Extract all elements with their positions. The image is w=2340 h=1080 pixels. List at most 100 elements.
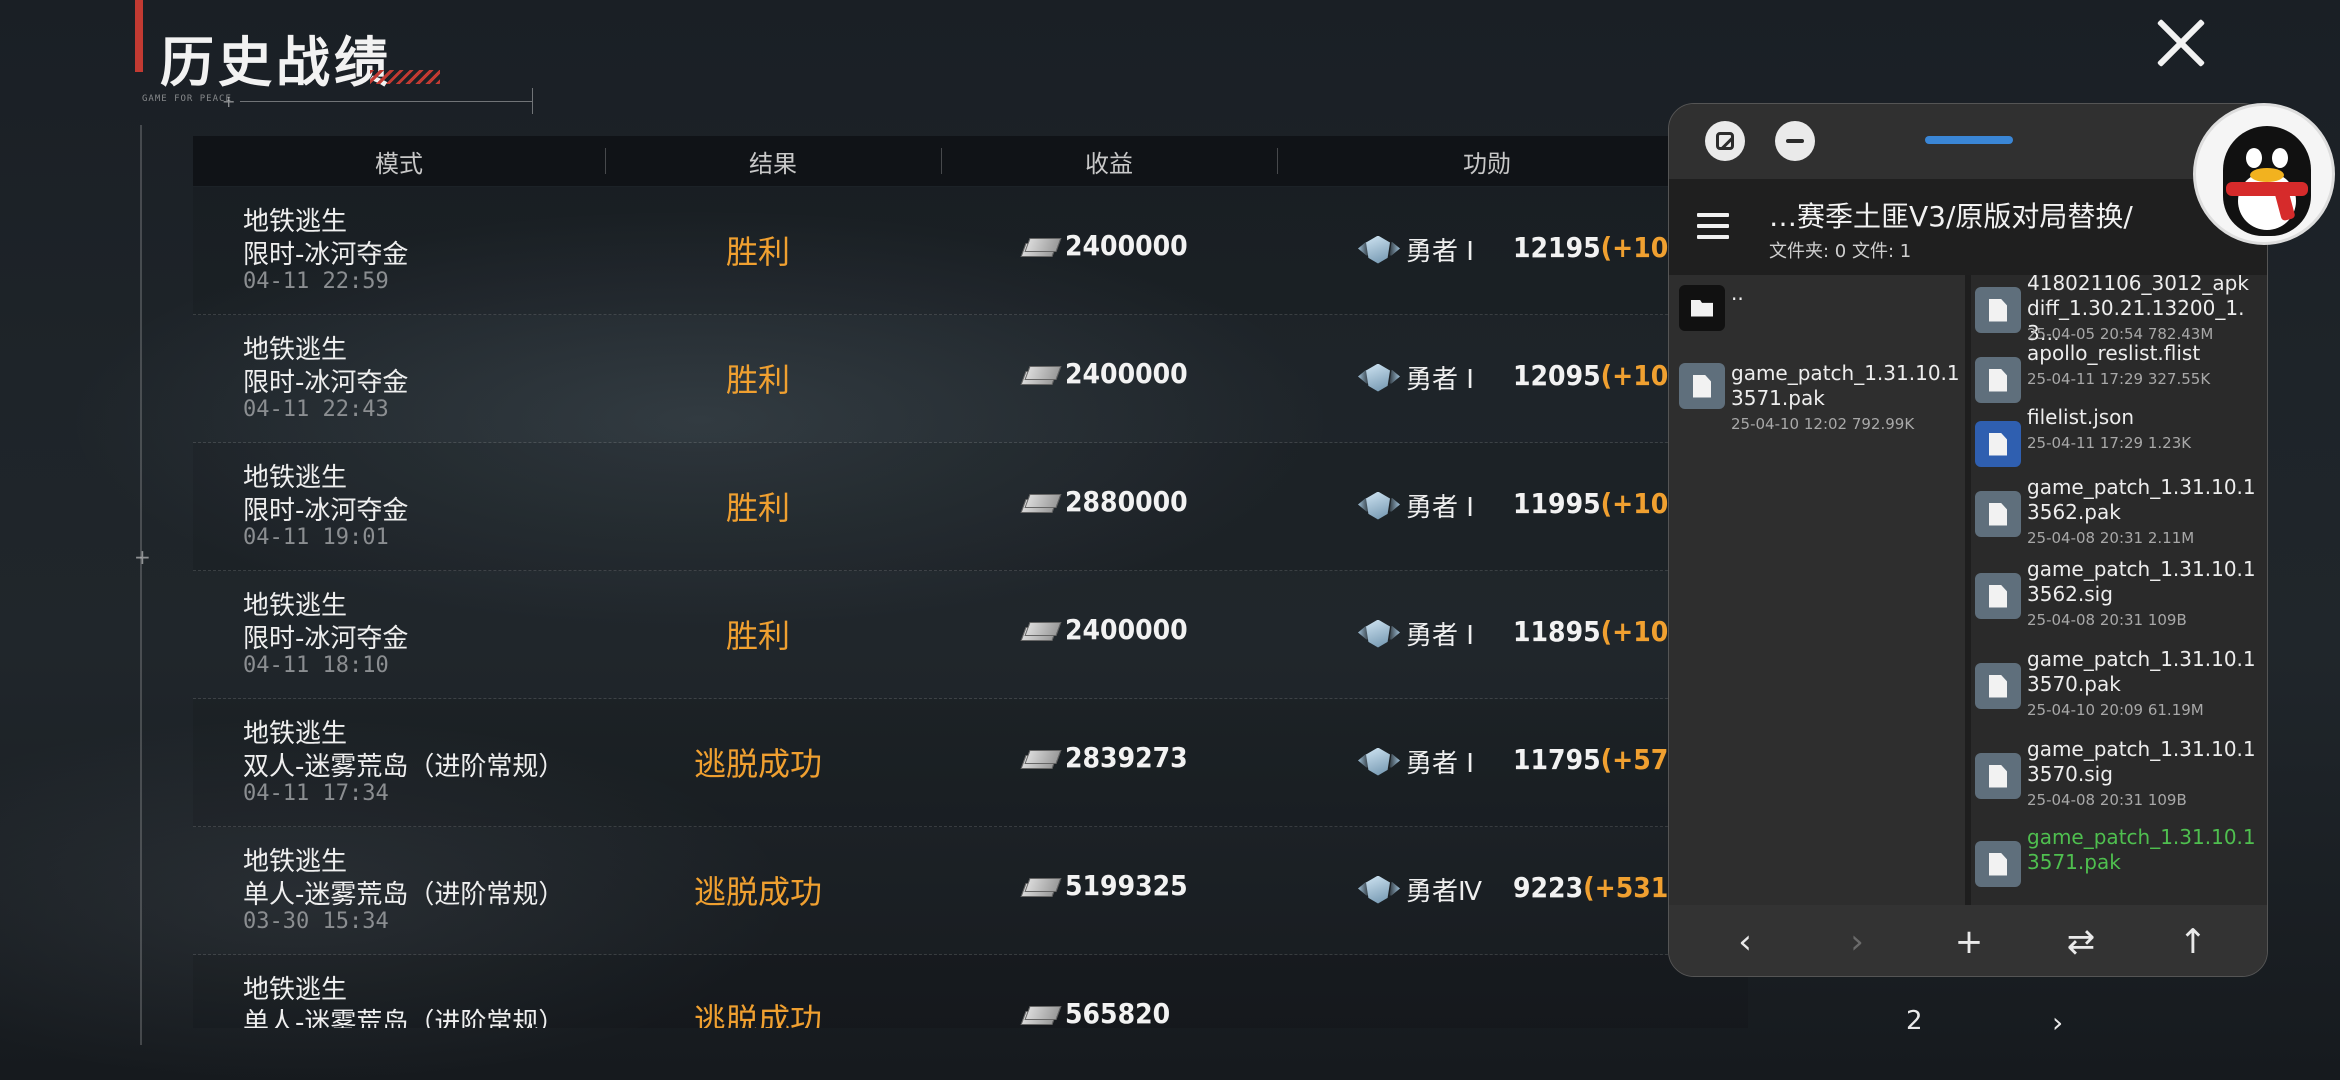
page-title: 历史战绩	[160, 31, 392, 94]
file-icon[interactable]	[1975, 287, 2021, 333]
file-icon[interactable]	[1975, 491, 2021, 537]
table-row[interactable]: 地铁逃生 单人-迷雾荒岛（进阶常规） 03-30 15:34 逃脱成功 5199325 勇…	[193, 827, 1748, 955]
title-accent-bar	[135, 0, 143, 72]
match-time: 04-11 18:10	[243, 653, 389, 678]
rank-badge-icon	[1358, 488, 1400, 524]
merit-total: 12095	[1513, 359, 1601, 392]
file-meta: 25-04-08 20:31 109B	[2027, 791, 2187, 809]
table-header: 模式 结果 收益 功勋	[193, 136, 1748, 186]
menu-icon[interactable]	[1697, 213, 1729, 239]
file-icon[interactable]	[1975, 841, 2021, 887]
rank-badge-icon	[1358, 232, 1400, 268]
file-name[interactable]: apollo_reslist.flist	[2027, 341, 2257, 366]
header-merit: 功勋	[1463, 149, 1511, 178]
file-manager-window[interactable]: …赛季土匪V3/原版对局替换/ 文件夹: 0 文件: 1 .. game_patc…	[1668, 103, 2268, 977]
merit-delta: (+531)	[1583, 871, 1680, 904]
income-value: 2880000	[1065, 485, 1188, 518]
match-history-list: 地铁逃生 限时-冰河夺金 04-11 22:59 胜利 2400000 勇者 I 12195…	[193, 187, 1748, 1028]
mode-title: 地铁逃生	[243, 591, 348, 621]
rank: 勇者Ⅳ	[1358, 871, 1482, 908]
file-name[interactable]: filelist.json	[2027, 405, 2257, 430]
mode-title: 地铁逃生	[243, 719, 348, 749]
income: 565820	[1020, 997, 1170, 1028]
match-time: 04-11 17:34	[243, 781, 389, 806]
match-result: 逃脱成功	[693, 745, 822, 783]
rank-label: 勇者Ⅳ	[1406, 877, 1482, 907]
rank: 勇者 I	[1358, 359, 1474, 396]
table-row[interactable]: 地铁逃生 单人-迷雾荒岛（进阶常规） 逃脱成功 565820	[193, 955, 1748, 1028]
cash-icon	[1020, 875, 1062, 897]
file-icon[interactable]	[1975, 357, 2021, 403]
cash-icon	[1020, 619, 1062, 641]
right-pane: 418021106_3012_apkdiff_1.30.21.13200_1.3…	[1971, 275, 2267, 905]
table-row[interactable]: 地铁逃生 限时-冰河夺金 04-11 18:10 胜利 2400000 勇者 I 11895…	[193, 571, 1748, 699]
left-pane: .. game_patch_1.31.10.13571.pak 25-04-10 1…	[1669, 275, 1965, 905]
table-row[interactable]: 地铁逃生 限时-冰河夺金 04-11 22:59 胜利 2400000 勇者 I 12195…	[193, 187, 1748, 315]
match-time: 04-11 22:43	[243, 397, 389, 422]
swap-panes-icon[interactable]: ⇄	[2051, 922, 2111, 962]
json-file-icon[interactable]	[1975, 421, 2021, 467]
file-manager-header: …赛季土匪V3/原版对局替换/ 文件夹: 0 文件: 1	[1669, 179, 2267, 275]
expand-icon	[1716, 132, 1734, 150]
file-name[interactable]: game_patch_1.31.10.13570.sig	[2027, 737, 2257, 787]
mode-title: 地铁逃生	[243, 847, 348, 877]
table-row[interactable]: 地铁逃生 双人-迷雾荒岛（进阶常规） 04-11 17:34 逃脱成功 2839273 勇…	[193, 699, 1748, 827]
rank-badge-icon	[1358, 360, 1400, 396]
close-icon[interactable]	[2150, 10, 2214, 74]
cash-icon	[1020, 235, 1062, 257]
drag-handle[interactable]	[1925, 136, 2013, 144]
window-titlebar[interactable]	[1669, 104, 2267, 179]
fullscreen-button[interactable]	[1705, 121, 1745, 161]
file-name[interactable]: game_patch_1.31.10.13562.sig	[2027, 557, 2257, 607]
income: 2400000	[1020, 613, 1188, 646]
file-icon[interactable]	[1975, 573, 2021, 619]
mode-title: 地铁逃生	[243, 335, 348, 365]
title-stripes	[370, 70, 440, 84]
left-rail-line	[140, 125, 142, 1045]
table-row[interactable]: 地铁逃生 限时-冰河夺金 04-11 19:01 胜利 2880000 勇者 I 11995…	[193, 443, 1748, 571]
title-subtitle: GAME FOR PEACE	[142, 94, 232, 104]
rank: 勇者 I	[1358, 743, 1474, 780]
file-name[interactable]: game_patch_1.31.10.13570.pak	[2027, 647, 2257, 697]
mode-subtitle: 双人-迷雾荒岛（进阶常规）	[243, 752, 565, 782]
file-meta: 25-04-08 20:31 109B	[2027, 611, 2187, 629]
up-icon[interactable]: ↑	[2163, 922, 2223, 962]
rank: 勇者 I	[1358, 487, 1474, 524]
match-time: 04-11 19:01	[243, 525, 389, 550]
header-result: 结果	[749, 149, 797, 178]
income: 2400000	[1020, 229, 1188, 262]
qq-floating-avatar[interactable]	[2193, 103, 2335, 245]
rank-label: 勇者 I	[1406, 621, 1474, 651]
cash-icon	[1020, 363, 1062, 385]
bottom-toolbar: ‹ › + ⇄ ↑	[1669, 905, 2267, 976]
next-page-icon[interactable]: ›	[2052, 1006, 2063, 1039]
file-icon[interactable]	[1975, 663, 2021, 709]
file-icon[interactable]	[1975, 753, 2021, 799]
forward-icon[interactable]: ›	[1827, 922, 1887, 962]
match-result: 胜利	[725, 233, 790, 271]
mode-subtitle: 限时-冰河夺金	[243, 496, 409, 526]
income-value: 5199325	[1065, 869, 1188, 902]
back-icon[interactable]: ‹	[1715, 922, 1775, 962]
file-icon[interactable]	[1679, 363, 1725, 409]
header-mode: 模式	[375, 149, 423, 178]
folder-file-counts: 文件夹: 0 文件: 1	[1769, 241, 1912, 262]
minus-icon	[1786, 139, 1804, 143]
rank-label: 勇者 I	[1406, 749, 1474, 779]
file-name[interactable]: game_patch_1.31.10.13571.pak	[2027, 825, 2257, 875]
file-name[interactable]: game_patch_1.31.10.13571.pak	[1731, 361, 1961, 411]
current-path: …赛季土匪V3/原版对局替换/	[1769, 200, 2133, 233]
rank-label: 勇者 I	[1406, 365, 1474, 395]
minimize-button[interactable]	[1775, 121, 1815, 161]
folder-icon[interactable]	[1679, 285, 1725, 331]
income: 5199325	[1020, 869, 1188, 902]
table-row[interactable]: 地铁逃生 限时-冰河夺金 04-11 22:43 胜利 2400000 勇者 I 12095…	[193, 315, 1748, 443]
file-meta: 25-04-11 17:29 327.55K	[2027, 370, 2211, 388]
file-name[interactable]: game_patch_1.31.10.13562.pak	[2027, 475, 2257, 525]
rank-badge-icon	[1358, 872, 1400, 908]
add-icon[interactable]: +	[1939, 922, 1999, 962]
file-name[interactable]: ..	[1731, 281, 1961, 306]
header-separator	[941, 148, 942, 174]
merit-total: 9223	[1513, 871, 1584, 904]
title-underline	[240, 101, 532, 102]
